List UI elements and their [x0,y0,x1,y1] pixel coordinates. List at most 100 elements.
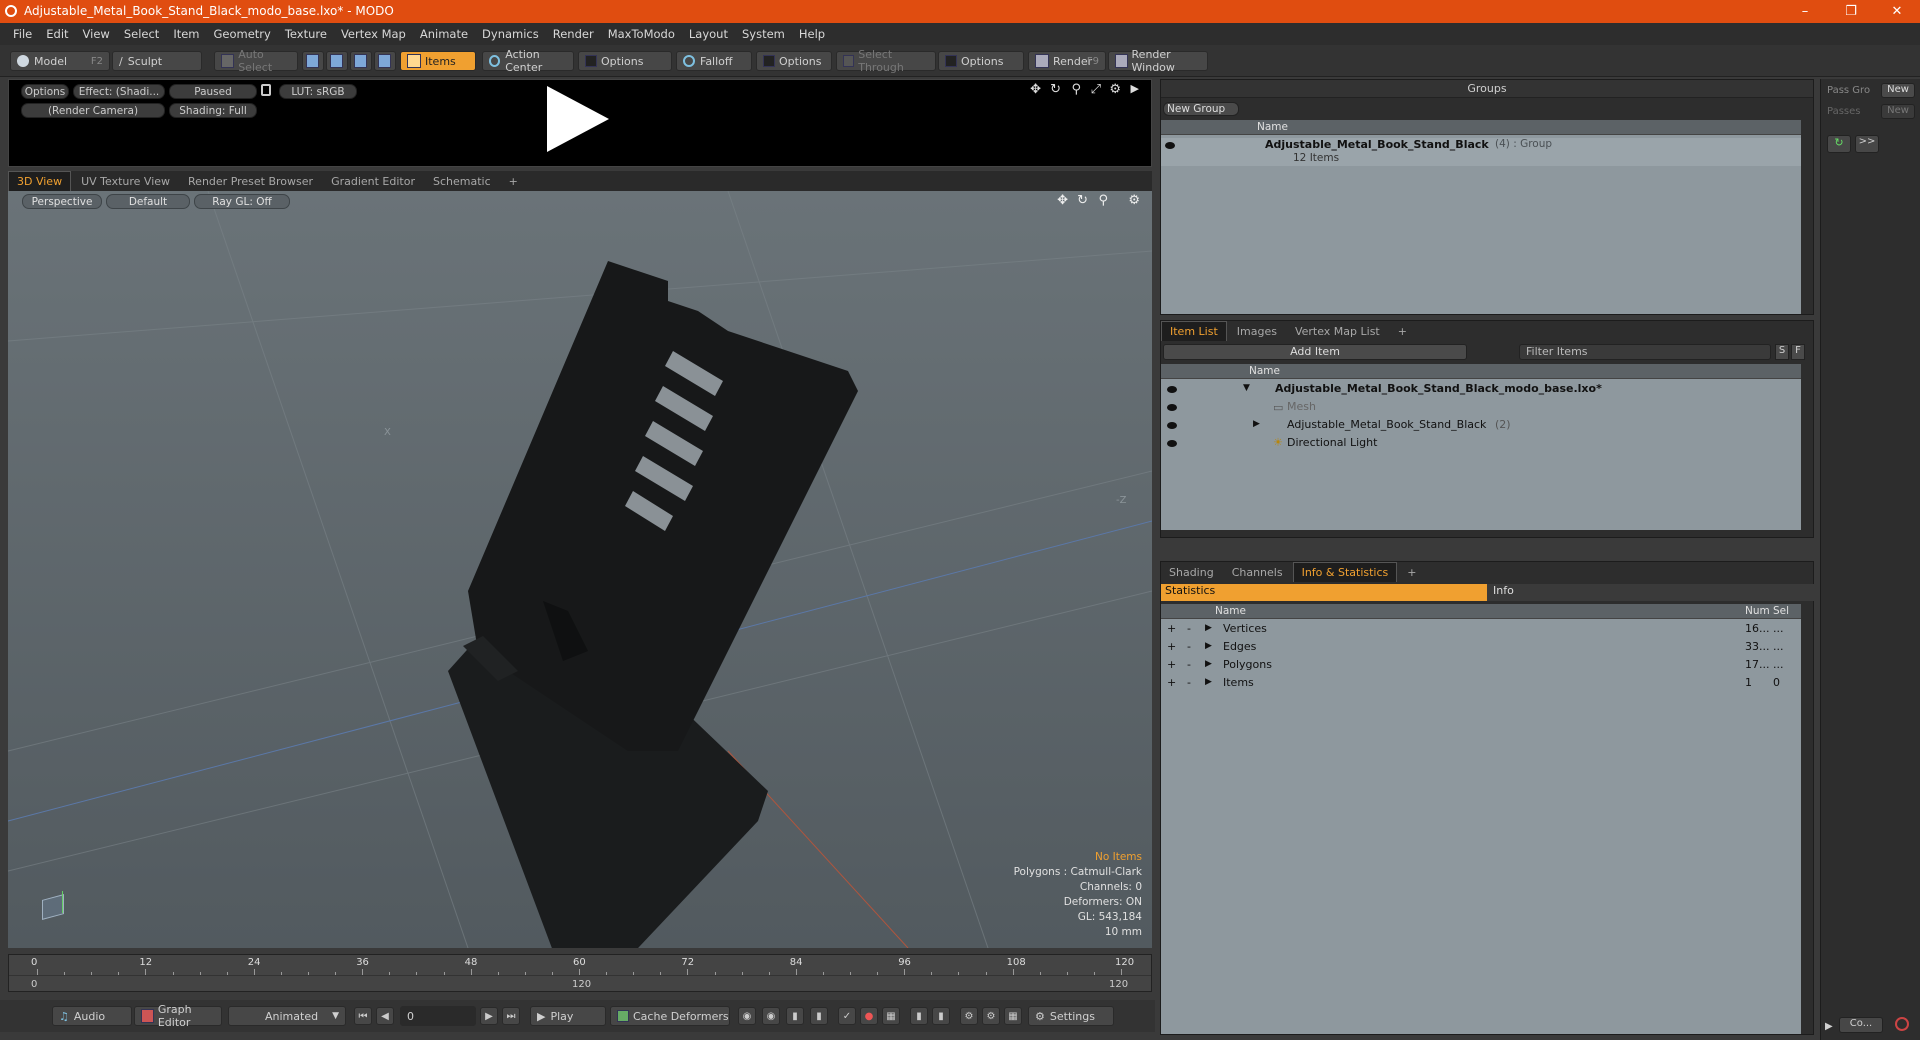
item-row-scene[interactable]: ▼ Adjustable_Metal_Book_Stand_Black_modo… [1161,382,1801,399]
action-center-options-button[interactable]: Options [578,51,672,71]
filter-items-input[interactable]: Filter Items [1519,344,1771,360]
menu-file[interactable]: File [6,27,39,41]
eye-icon[interactable] [1167,404,1177,411]
rotate-icon[interactable]: ↻ [1050,82,1061,97]
frame-input[interactable]: 0 [400,1006,476,1026]
menu-dynamics[interactable]: Dynamics [475,27,546,41]
add-tab-button[interactable]: + [501,172,526,191]
tab-item-list[interactable]: Item List [1161,321,1227,341]
3d-viewport[interactable]: Perspective Default Ray GL: Off ✥ ↻ ⚲ ⚙ … [8,191,1152,948]
menu-texture[interactable]: Texture [278,27,334,41]
menu-view[interactable]: View [76,27,117,41]
eye-icon[interactable] [1167,422,1177,429]
item-list[interactable]: Name ▼ Adjustable_Metal_Book_Stand_Black… [1161,364,1801,530]
co-button[interactable]: Co... [1839,1017,1883,1033]
chevron-down-icon[interactable]: ▼ [1243,383,1250,393]
select-through-options-button[interactable]: Options [938,51,1024,71]
vertices-mode-button[interactable] [302,51,324,71]
restore-icon[interactable]: ❐ [1828,0,1874,23]
tab-vertex-map-list[interactable]: Vertex Map List [1287,322,1388,341]
group-row[interactable]: Adjustable_Metal_Book_Stand_Black (4) : … [1161,138,1801,166]
render-camera-dropdown[interactable]: (Render Camera) [21,103,165,118]
audio-button[interactable]: ♫ Audio [52,1006,132,1026]
collapse-minus-icon[interactable]: - [1187,640,1191,653]
lock-icon[interactable] [261,84,271,96]
chevron-right-icon[interactable]: ▶ [1205,659,1212,669]
set-key-icon[interactable]: ✓ [838,1007,856,1025]
add-tab-button[interactable]: + [1399,563,1424,582]
item-row-light[interactable]: ☀ Directional Light [1161,436,1801,453]
expand-plus-icon[interactable]: + [1167,676,1176,689]
expand-plus-icon[interactable]: + [1167,658,1176,671]
record-icon[interactable] [1895,1017,1909,1031]
sculpt-button[interactable]: ∕ Sculpt [112,51,202,71]
menu-geometry[interactable]: Geometry [207,27,278,41]
play-icon[interactable] [547,86,609,152]
menu-select[interactable]: Select [117,27,166,41]
preview-effect-dropdown[interactable]: Effect: (Shadi... [73,84,165,99]
channel-filter-icon[interactable]: ▦ [1004,1007,1022,1025]
prev-key-icon[interactable]: ▮ [786,1007,804,1025]
edges-mode-button[interactable] [326,51,348,71]
default-dropdown[interactable]: Default [106,194,190,209]
menu-animate[interactable]: Animate [413,27,475,41]
step-forward-icon[interactable]: ▶ [480,1007,498,1025]
items-mode-button[interactable]: Items [400,51,476,71]
menu-edit[interactable]: Edit [39,27,75,41]
groups-list[interactable]: Name Adjustable_Metal_Book_Stand_Black (… [1161,120,1801,314]
statistics-subtab[interactable]: Statistics [1161,584,1487,601]
frame-prev-icon[interactable]: ▮ [910,1007,928,1025]
zoom-icon[interactable]: ⚲ [1071,82,1081,97]
stats-row-items[interactable]: + - ▶ Items 1 0 [1161,676,1801,693]
preview-options-button[interactable]: Options [21,84,69,99]
collapse-minus-icon[interactable]: - [1187,658,1191,671]
play-button[interactable]: ▶ Play [530,1006,606,1026]
model-button[interactable]: Model F2 [10,51,110,71]
tab-images[interactable]: Images [1229,322,1285,341]
stats-row-edges[interactable]: + - ▶ Edges 33... ... [1161,640,1801,657]
move-icon[interactable]: ✥ [1030,82,1041,97]
gear-icon[interactable]: ⚙ [1128,193,1140,208]
eye-icon[interactable] [1165,142,1175,149]
select-through-button[interactable]: Select Through [836,48,936,74]
add-item-button[interactable]: Add Item [1163,344,1467,360]
cache-deformers-button[interactable]: Cache Deformers [610,1006,730,1026]
record-icon[interactable]: ● [860,1007,878,1025]
collapse-minus-icon[interactable]: - [1187,622,1191,635]
render-button[interactable]: Render F9 [1028,51,1106,71]
render-window-button[interactable]: Render Window [1108,48,1208,74]
chevron-right-icon[interactable]: ▶ [1205,623,1212,633]
minimize-icon[interactable]: – [1782,0,1828,23]
channel-sets-icon[interactable]: ⚙ [982,1007,1000,1025]
expand-plus-icon[interactable]: + [1167,640,1176,653]
menu-layout[interactable]: Layout [682,27,735,41]
eye-icon[interactable] [1167,386,1177,393]
eye-icon[interactable] [1167,440,1177,447]
chevron-right-icon[interactable]: ▶ [1205,677,1212,687]
move-icon[interactable]: ✥ [1057,193,1068,208]
lut-dropdown[interactable]: LUT: sRGB [279,84,357,99]
new-pass-button[interactable]: New [1881,104,1915,119]
item-row-mesh[interactable]: ▭ Mesh [1161,400,1801,417]
falloff-button[interactable]: Falloff [676,51,752,71]
stats-row-polygons[interactable]: + - ▶ Polygons 17... ... [1161,658,1801,675]
settings-button[interactable]: ⚙ Settings [1028,1006,1114,1026]
key-icon[interactable]: ◉ [738,1007,756,1025]
go-start-icon[interactable]: ⏮ [354,1007,372,1025]
menu-vertex-map[interactable]: Vertex Map [334,27,413,41]
gear-icon[interactable]: ⚙ [1109,82,1121,97]
rotate-icon[interactable]: ↻ [1077,193,1088,208]
tab-shading[interactable]: Shading [1161,563,1222,582]
new-pass-group-button[interactable]: New [1881,83,1915,98]
tab-gradient-editor[interactable]: Gradient Editor [323,172,423,191]
statistics-table[interactable]: Name Num Sel + - ▶ Vertices 16... ... + … [1161,604,1801,1034]
go-end-icon[interactable]: ⏭ [502,1007,520,1025]
menu-item[interactable]: Item [166,27,206,41]
action-center-button[interactable]: Action Center [482,48,574,74]
timeline[interactable]: 0 12 24 36 48 60 72 84 96 108 120 0 120 120 [8,954,1152,992]
zoom-icon[interactable]: ⚲ [1098,193,1108,208]
chevron-right-icon[interactable]: ▶ [1253,419,1260,429]
filter-s-button[interactable]: S [1775,344,1789,360]
menu-render[interactable]: Render [546,27,601,41]
auto-select-button[interactable]: Auto Select [214,48,298,74]
